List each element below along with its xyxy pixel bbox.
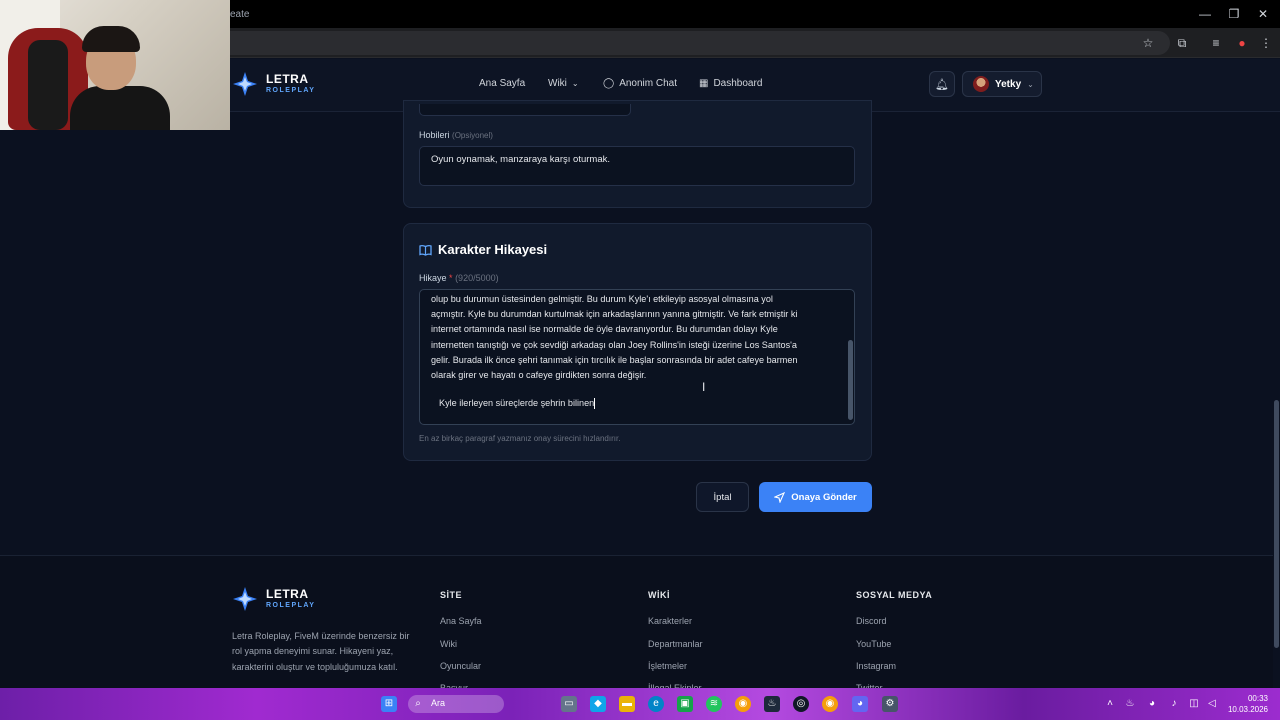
file-explorer-icon[interactable]: ▬ [619, 696, 635, 712]
footer-heading-site: SİTE [440, 590, 463, 600]
footer-link[interactable]: Discord [856, 616, 887, 626]
submit-for-approval-button[interactable]: Onaya Gönder [759, 482, 872, 512]
chrome-icon[interactable]: ◉ [735, 696, 751, 712]
minimize-icon[interactable]: — [1190, 5, 1220, 23]
address-bar[interactable] [150, 31, 1170, 55]
logo-title: LETRA [266, 72, 309, 86]
send-icon [774, 491, 786, 503]
restore-icon[interactable]: ❐ [1219, 5, 1249, 23]
discord-icon[interactable]: ◕ [852, 696, 868, 712]
story-label: Hikaye * (920/5000) [419, 273, 499, 283]
chrome-icon[interactable]: ◉ [822, 696, 838, 712]
hobbies-value: Oyun oynamak, manzaraya karşı oturmak. [431, 154, 610, 165]
close-icon[interactable]: ✕ [1248, 5, 1278, 23]
volume-icon[interactable]: ◁ [1206, 696, 1218, 712]
footer-heading-social: SOSYAL MEDYA [856, 590, 933, 600]
footer-link[interactable]: Ana Sayfa [440, 616, 482, 626]
avatar [973, 76, 989, 92]
footer-logo-subtitle: ROLEPLAY [266, 602, 316, 609]
cancel-button[interactable]: İptal [696, 482, 749, 512]
nav-chat-label: Anonim Chat [619, 78, 678, 89]
story-current-line: Kyle ilerleyen süreçlerde şehrin bilinen [439, 398, 596, 410]
chevron-up-icon[interactable]: ˄ [1104, 696, 1116, 712]
site-logo[interactable]: LETRA ROLEPLAY [232, 71, 315, 97]
spotify-icon[interactable]: ≋ [706, 696, 722, 712]
nav-home[interactable]: Ana Sayfa [479, 78, 525, 89]
bell-icon: 🔔︎ [935, 78, 949, 91]
footer-link[interactable]: Departmanlar [648, 639, 703, 649]
footer-link[interactable]: Karakterler [648, 616, 692, 626]
network-icon[interactable]: ◫ [1188, 696, 1200, 712]
hobbies-textarea[interactable] [419, 146, 855, 186]
footer-link[interactable]: YouTube [856, 639, 891, 649]
minecraft-icon[interactable]: ▣ [677, 696, 693, 712]
url-text: eate [230, 9, 250, 20]
discord-tray-icon[interactable]: ◕ [1146, 696, 1158, 712]
edge-icon[interactable]: e [648, 696, 664, 712]
taskbar-clock[interactable]: 00:33 10.03.2026 [1224, 693, 1268, 715]
footer-link[interactable]: Wiki [440, 639, 457, 649]
steam-icon[interactable]: ♨ [764, 696, 780, 712]
text-cursor-icon: I [702, 380, 706, 394]
nav-anonymous-chat[interactable]: ◯ Anonim Chat [603, 78, 677, 89]
footer-link[interactable]: Oyuncular [440, 661, 481, 671]
footer-link[interactable]: Instagram [856, 661, 896, 671]
browser-menu-icon[interactable]: ⋮ [1258, 35, 1274, 51]
previous-input[interactable] [419, 104, 631, 116]
webcam-overlay [0, 0, 230, 130]
nav-dashboard-label: Dashboard [713, 78, 763, 89]
letra-logo-icon [233, 72, 257, 96]
chevron-down-icon: ⌄ [571, 79, 579, 88]
windows-start-icon[interactable]: ⊞ [381, 696, 397, 712]
letra-logo-icon [233, 587, 257, 611]
windows-taskbar: ⊞ ⌕ Ara ▭ ◆ ▬ e ▣ ≋ ◉ ♨ ◎ ◉ ◕ ⚙ ˄ ♨ ◕ ♪ … [0, 688, 1280, 720]
taskbar-search-placeholder: Ara [431, 698, 446, 708]
bookmark-star-icon[interactable]: ☆ [1140, 35, 1156, 51]
story-hint: En az birkaç paragraf yazmanız onay süre… [419, 434, 621, 443]
settings-gear-icon[interactable]: ⚙ [882, 696, 898, 712]
hobbies-label: Hobileri (Opsiyonel) [419, 130, 493, 140]
footer-description: Letra Roleplay, FiveM üzerinde benzersiz… [232, 631, 410, 672]
chevron-down-icon: ⌄ [1027, 79, 1034, 89]
logo-subtitle: ROLEPLAY [266, 87, 316, 94]
page-scrollbar[interactable] [1274, 400, 1279, 648]
text-caret [594, 398, 596, 410]
mic-icon[interactable]: ♪ [1168, 696, 1180, 712]
user-menu-button[interactable]: Yetky ⌄ [962, 71, 1042, 97]
media-icon[interactable]: ≡ [1208, 35, 1224, 51]
textarea-scrollbar[interactable] [848, 340, 853, 420]
nav-home-label: Ana Sayfa [479, 78, 526, 89]
story-textarea[interactable]: olup bu durumun üstesinden gelmiştir. Bu… [419, 289, 855, 425]
nav-wiki-label: Wiki [548, 78, 567, 89]
app-icon[interactable]: ◎ [793, 696, 809, 712]
task-view-icon[interactable]: ▭ [561, 696, 577, 712]
footer-logo[interactable]: LETRA ROLEPLAY [232, 586, 315, 612]
nav-wiki[interactable]: Wiki ⌄ [548, 78, 579, 89]
book-open-icon [419, 244, 432, 256]
grid-icon: ▦ [699, 78, 709, 89]
notifications-button[interactable]: 🔔︎ [929, 71, 955, 97]
footer-link[interactable]: İşletmeler [648, 661, 687, 671]
search-icon: ⌕ [415, 698, 421, 709]
extensions-icon[interactable]: ⧉ [1174, 35, 1190, 51]
footer-heading-wiki: WİKİ [648, 590, 670, 600]
story-section-title: Karakter Hikayesi [419, 242, 547, 257]
site-footer [0, 555, 1273, 688]
steam-tray-icon[interactable]: ♨ [1124, 696, 1136, 712]
footer-logo-title: LETRA [266, 587, 309, 601]
widgets-icon[interactable]: ◆ [590, 696, 606, 712]
profile-icon[interactable]: ● [1234, 35, 1250, 51]
nav-dashboard[interactable]: ▦ Dashboard [699, 78, 762, 89]
story-text: olup bu durumun üstesinden gelmiştir. Bu… [431, 294, 798, 381]
user-name: Yetky [995, 78, 1022, 90]
chat-bubble-icon: ◯ [603, 78, 615, 89]
